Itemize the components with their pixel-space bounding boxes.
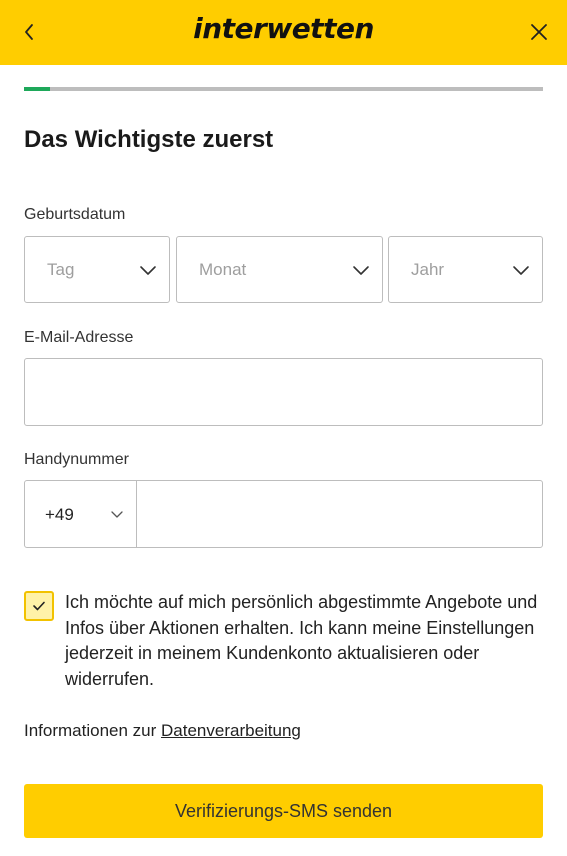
day-placeholder: Tag — [47, 260, 75, 279]
chevron-down-icon — [513, 266, 529, 275]
country-code-value: +49 — [45, 505, 74, 524]
email-field[interactable] — [25, 359, 542, 425]
chevron-down-icon — [111, 511, 123, 518]
month-placeholder: Monat — [199, 260, 247, 279]
close-button[interactable] — [523, 14, 555, 50]
phone-number-field[interactable] — [137, 481, 542, 547]
progress-bar — [24, 87, 543, 91]
send-sms-button[interactable]: Verifizierungs-SMS senden — [24, 784, 543, 838]
country-code-select[interactable]: +49 — [25, 481, 137, 547]
chevron-down-icon — [353, 266, 369, 275]
checkmark-icon — [33, 601, 45, 611]
email-field-container — [24, 358, 543, 426]
email-label: E-Mail-Adresse — [24, 329, 134, 346]
phone-label: Handynummer — [24, 451, 129, 468]
data-processing-link[interactable]: Datenverarbeitung — [161, 721, 301, 740]
page-title: Das Wichtigste zuerst — [24, 126, 274, 153]
birthdate-label: Geburtsdatum — [24, 206, 126, 223]
consent-checkbox[interactable] — [24, 591, 54, 621]
year-placeholder: Jahr — [411, 260, 445, 279]
phone-input-wrapper — [137, 481, 542, 547]
birthdate-year-select[interactable]: Jahr — [388, 236, 543, 303]
birthdate-day-select[interactable]: Tag — [24, 236, 170, 303]
birthdate-month-select[interactable]: Monat — [176, 236, 383, 303]
phone-field-container: +49 — [24, 480, 543, 548]
consent-text: Ich möchte auf mich persönlich abgestimm… — [65, 592, 538, 689]
app-header: interwetten — [0, 0, 567, 65]
close-icon — [531, 24, 547, 40]
brand-logo: interwetten — [193, 12, 374, 45]
chevron-down-icon — [140, 266, 156, 275]
progress-bar-fill — [24, 87, 50, 91]
info-prefix: Informationen zur — [24, 721, 162, 740]
data-processing-info: Informationen zur Datenverarbeitung — [24, 721, 301, 741]
